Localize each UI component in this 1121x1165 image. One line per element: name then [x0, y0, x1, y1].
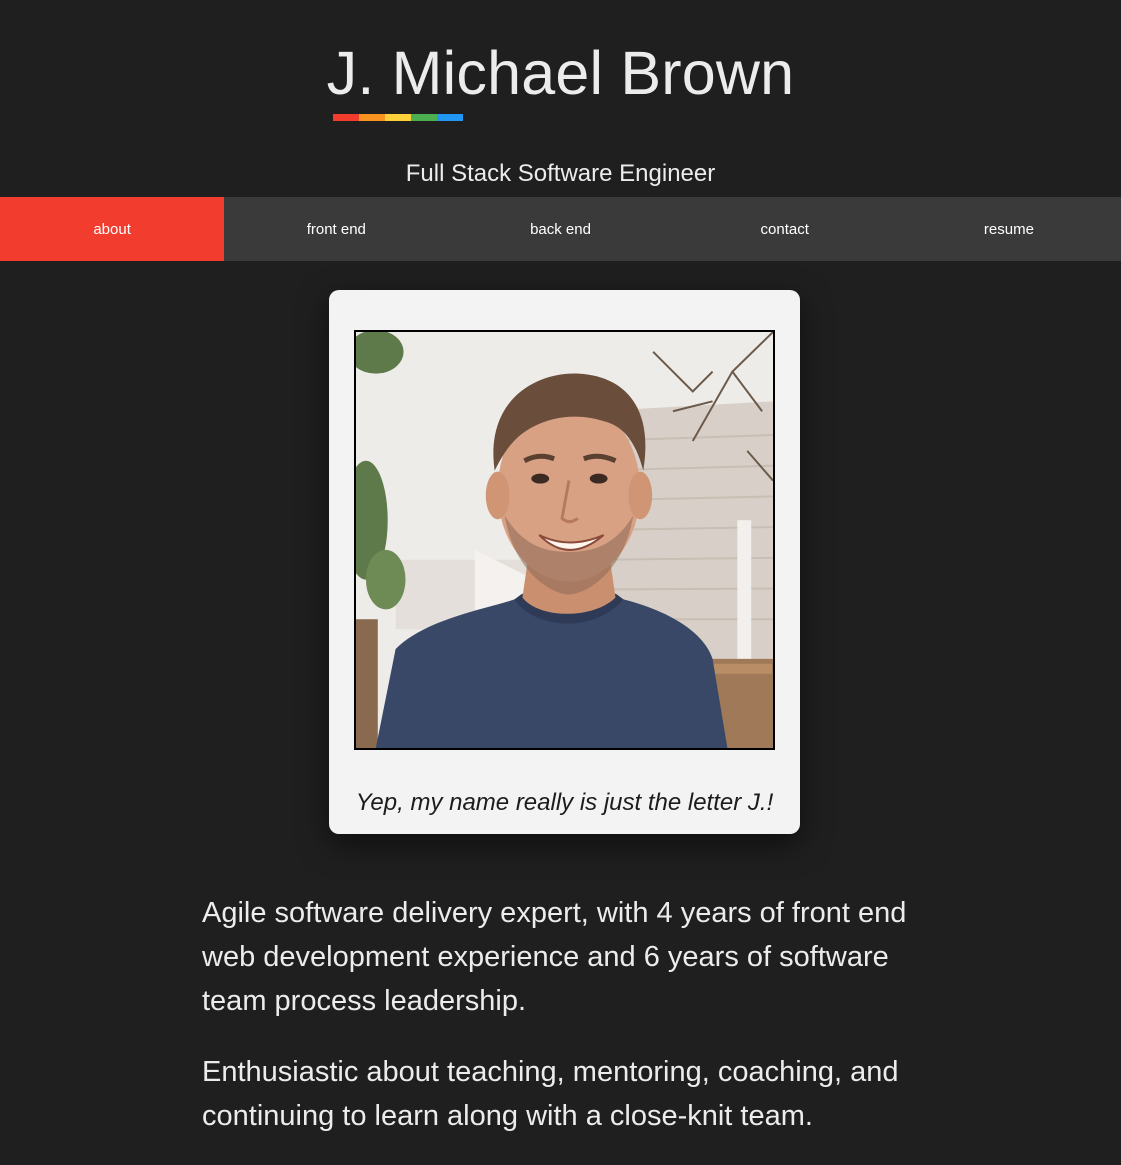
nav-item-about[interactable]: about [0, 197, 225, 261]
nav-item-back-end[interactable]: back end [448, 197, 672, 261]
bio-section: Agile software delivery expert, with 4 y… [202, 891, 932, 1165]
accent-blue [437, 114, 463, 121]
accent-orange [359, 114, 385, 121]
nav-item-front-end[interactable]: front end [224, 197, 448, 261]
bio-paragraph: Agile software delivery expert, with 4 y… [202, 897, 907, 1017]
site-title: J. Michael Brown [326, 39, 795, 107]
photo-caption: Yep, my name really is just the letter J… [355, 789, 774, 816]
site-subtitle: Full Stack Software Engineer [405, 160, 716, 187]
accent-green [411, 114, 437, 121]
accent-yellow [385, 114, 411, 121]
profile-photo [354, 330, 775, 750]
nav-item-resume[interactable]: resume [897, 197, 1121, 261]
main-nav: about front end back end contact resume [0, 197, 1121, 261]
profile-card: Yep, my name really is just the letter J… [329, 290, 800, 834]
profile-photo-illustration [356, 332, 773, 748]
site-header: J. Michael Brown Full Stack Software Eng… [0, 0, 1121, 197]
rainbow-accent-bar [333, 114, 463, 121]
nav-item-contact[interactable]: contact [673, 197, 897, 261]
bio-paragraph: Enthusiastic about teaching, mentoring, … [202, 1056, 899, 1132]
accent-red [333, 114, 359, 121]
